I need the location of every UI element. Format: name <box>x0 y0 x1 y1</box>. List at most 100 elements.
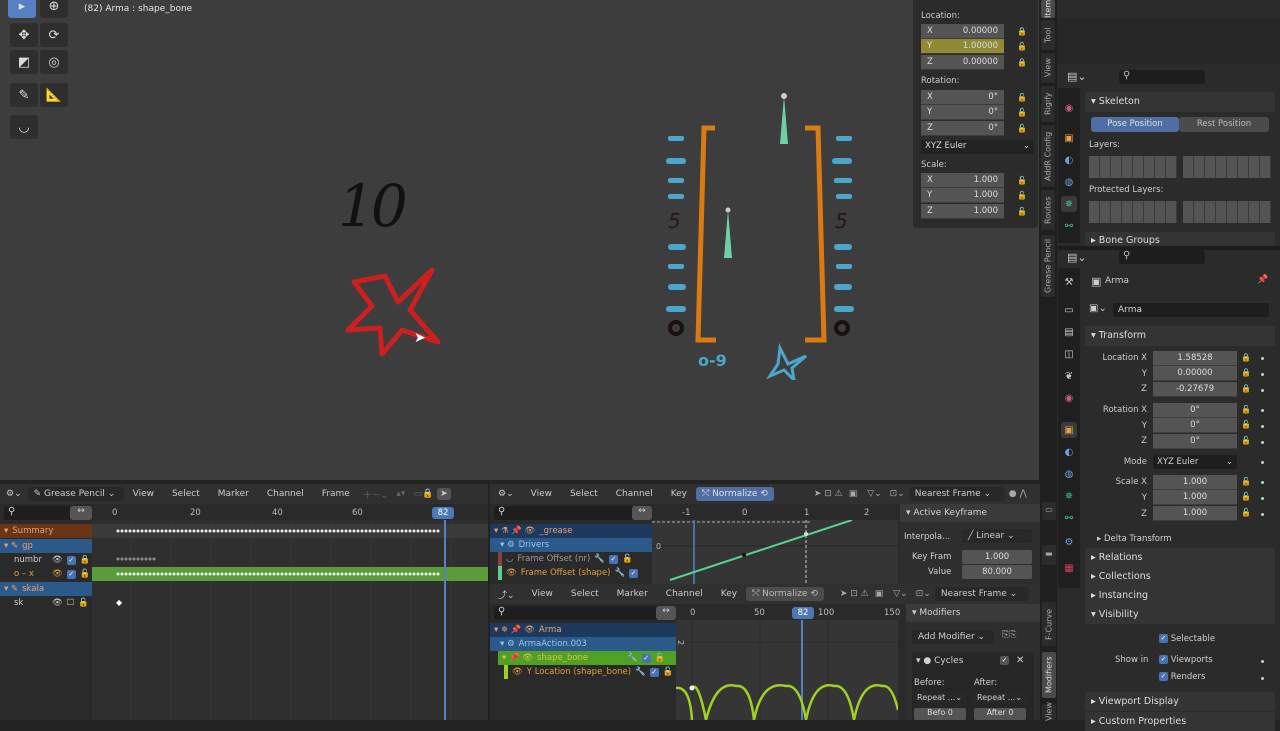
relations-panel-header[interactable]: ▸ Relations <box>1085 548 1275 567</box>
render-icon[interactable]: ▭ <box>1061 302 1077 318</box>
filter-icon[interactable]: ▽⌄ <box>863 489 885 499</box>
keyframe-dot[interactable] <box>1261 373 1264 376</box>
summary-keyframes[interactable] <box>116 528 440 534</box>
tab-addr-config[interactable]: AddR Config <box>1041 125 1055 187</box>
tab-modifiers[interactable]: Modifiers <box>1042 652 1056 698</box>
cycles-header[interactable]: ▾ ● Cycles <box>916 656 963 666</box>
channel-summary[interactable]: ▾ Summary <box>0 524 92 538</box>
menu-marker[interactable]: Marker <box>209 489 258 499</box>
menu-select[interactable]: Select <box>562 589 608 599</box>
scale-z-field[interactable]: 1.000 <box>1153 506 1237 521</box>
lock-open-icon[interactable]: 🔓 <box>1017 176 1027 185</box>
object-icon[interactable]: ▣ <box>1061 422 1077 438</box>
modifiers-header[interactable]: ▾ Modifiers <box>906 604 1040 622</box>
protected-layers-grid-left[interactable] <box>1089 201 1177 223</box>
output-icon[interactable]: ▤ <box>1061 324 1077 340</box>
transform-panel-header[interactable]: ▾ Transform <box>1085 326 1275 346</box>
playhead[interactable] <box>444 520 446 720</box>
keyframe-dot[interactable] <box>1261 389 1264 392</box>
keyframe-dot[interactable] <box>1261 461 1264 464</box>
lock-open-icon[interactable]: 🔓 <box>1241 477 1251 486</box>
editor-type-icon[interactable]: ▤⌄ <box>1067 70 1087 83</box>
lock-closed-icon[interactable]: 🔒 <box>1241 368 1251 377</box>
armature-data-icon[interactable]: ✵ <box>1061 488 1077 504</box>
scale-x-field[interactable]: X 1.000 <box>921 173 1004 188</box>
location-x-field[interactable]: X 0.00000 <box>921 24 1004 39</box>
rotation-x-field[interactable]: 0° <box>1153 403 1237 418</box>
scale-icon[interactable]: ◩ <box>10 50 38 74</box>
drivers-ruler[interactable]: -1 0 1 2 <box>652 506 898 520</box>
rotate-icon[interactable]: ⟳ <box>40 23 68 47</box>
move-layer-icon[interactable]: ▴▾ <box>392 489 409 499</box>
menu-channel[interactable]: Channel <box>258 489 313 499</box>
channel-frame-offset-shape[interactable]: 👁 Frame Offset (shape) 🔧 ✓ <box>498 566 652 580</box>
rotation-z-field[interactable]: Z 0° <box>921 121 1004 136</box>
only-selected-icon[interactable]: ➤ ⊡ ⚠ <box>824 589 869 599</box>
channel-numbr[interactable]: numbr 👁 ✓ 🔒 <box>0 553 92 567</box>
properties-search-input[interactable]: ⚲ <box>1119 250 1205 264</box>
editor-type-icon[interactable]: ⚙⌄ <box>490 489 522 499</box>
menu-key[interactable]: Key <box>662 489 696 499</box>
tab-view[interactable]: View <box>1041 53 1055 83</box>
lock-open-icon[interactable]: 🔓 <box>1241 420 1251 429</box>
value-field[interactable]: 80.000 <box>962 565 1032 579</box>
view-layer-icon[interactable]: ◫ <box>1061 346 1077 362</box>
menu-channel[interactable]: Channel <box>607 489 662 499</box>
editor-type-icon[interactable]: ⚙⌄ <box>0 489 28 499</box>
lock-closed-icon[interactable]: 🔒 <box>1017 27 1027 36</box>
world-icon[interactable]: ◉ <box>1061 100 1077 116</box>
keyframe-dot[interactable] <box>1261 660 1264 663</box>
constraints-icon[interactable]: ◍ <box>1061 174 1077 190</box>
location-y-field[interactable]: Y 1.00000 <box>921 39 1004 54</box>
sk-keyframe[interactable]: ◆ <box>116 598 122 607</box>
remove-modifier-icon[interactable]: ✕ <box>1016 655 1024 666</box>
channel-sk[interactable]: sk 👁 ☐ 🔓 <box>0 596 92 610</box>
move-icon[interactable]: ✥ <box>10 23 38 47</box>
cursor-icon[interactable]: ⊕ <box>40 0 68 18</box>
menu-key[interactable]: Key <box>712 589 746 599</box>
lock-open-icon[interactable]: 🔓 <box>1017 207 1027 216</box>
normalize-toggle[interactable]: ⤲ Normalize ⟲ <box>696 487 774 501</box>
location-y-field[interactable]: 0.00000 <box>1153 366 1237 381</box>
after-mode-select[interactable]: Repeat ...⌄ <box>974 692 1026 703</box>
pivot-icon[interactable]: ⊡⌄ <box>912 589 935 599</box>
skeleton-panel-header[interactable]: ▾ Skeleton <box>1085 92 1275 112</box>
rotation-z-field[interactable]: 0° <box>1153 434 1237 449</box>
viewports-checkbox[interactable]: ✓ Viewports <box>1159 655 1213 665</box>
lock-closed-icon[interactable]: 🔒 <box>1017 58 1027 67</box>
keyframe-dot[interactable] <box>1261 513 1264 516</box>
keyframe-dot[interactable] <box>1261 677 1264 680</box>
rotation-mode-select[interactable]: XYZ Euler ⌄ <box>1153 455 1237 469</box>
tab-item[interactable]: Item <box>1041 0 1055 18</box>
menu-marker[interactable]: Marker <box>608 589 657 599</box>
keyframe-dot[interactable] <box>1261 425 1264 428</box>
active-keyframe-header[interactable]: ▾ Active Keyframe <box>900 504 1040 522</box>
channel-arma[interactable]: ▾ ✵ 📌 👁 Arma <box>490 623 676 637</box>
location-x-field[interactable]: 1.58528 <box>1153 351 1237 366</box>
only-selected-icon[interactable]: ➤ ⊡ ⚠ <box>774 489 843 499</box>
show-cursor-icon[interactable]: ▣ <box>843 489 864 499</box>
physics-icon[interactable]: ◐ <box>1061 444 1077 460</box>
transform-icon[interactable]: ◎ <box>40 50 68 74</box>
physics-icon[interactable]: ◐ <box>1061 152 1077 168</box>
tab-drivers[interactable]: ▬ <box>1042 545 1056 565</box>
object-icon[interactable]: ▣ <box>1061 130 1077 146</box>
scale-x-field[interactable]: 1.000 <box>1153 475 1237 490</box>
before-mode-select[interactable]: Repeat ...⌄ <box>914 692 966 703</box>
rotation-y-field[interactable]: Y 0° <box>921 105 1004 120</box>
proportional-icon[interactable]: ● ⋀ <box>1005 489 1031 499</box>
current-frame-indicator[interactable]: 82 <box>792 607 814 619</box>
instancing-panel-header[interactable]: ▸ Instancing <box>1085 586 1275 605</box>
selectable-checkbox[interactable]: ✓ Selectable <box>1159 634 1215 644</box>
layer-lock-icon[interactable]: ▭🔒 <box>409 489 437 499</box>
tool-icon[interactable]: ⚒ <box>1061 274 1077 290</box>
lock-open-icon[interactable]: 🔓 <box>1017 191 1027 200</box>
swap-icon[interactable]: ↔ <box>70 506 92 520</box>
menu-frame[interactable]: Frame <box>313 489 359 499</box>
channel-gp[interactable]: ▾ ✎ gp <box>0 539 92 553</box>
delta-transform-subpanel[interactable]: ▸ Delta Transform <box>1097 534 1172 544</box>
protected-layers-grid-right[interactable] <box>1183 201 1271 223</box>
world-icon[interactable]: ◉ <box>1061 390 1077 406</box>
bone-icon[interactable]: ⚯ <box>1061 218 1077 234</box>
copy-paste-modifier-icon[interactable]: ⎘⎘ <box>1002 630 1016 640</box>
